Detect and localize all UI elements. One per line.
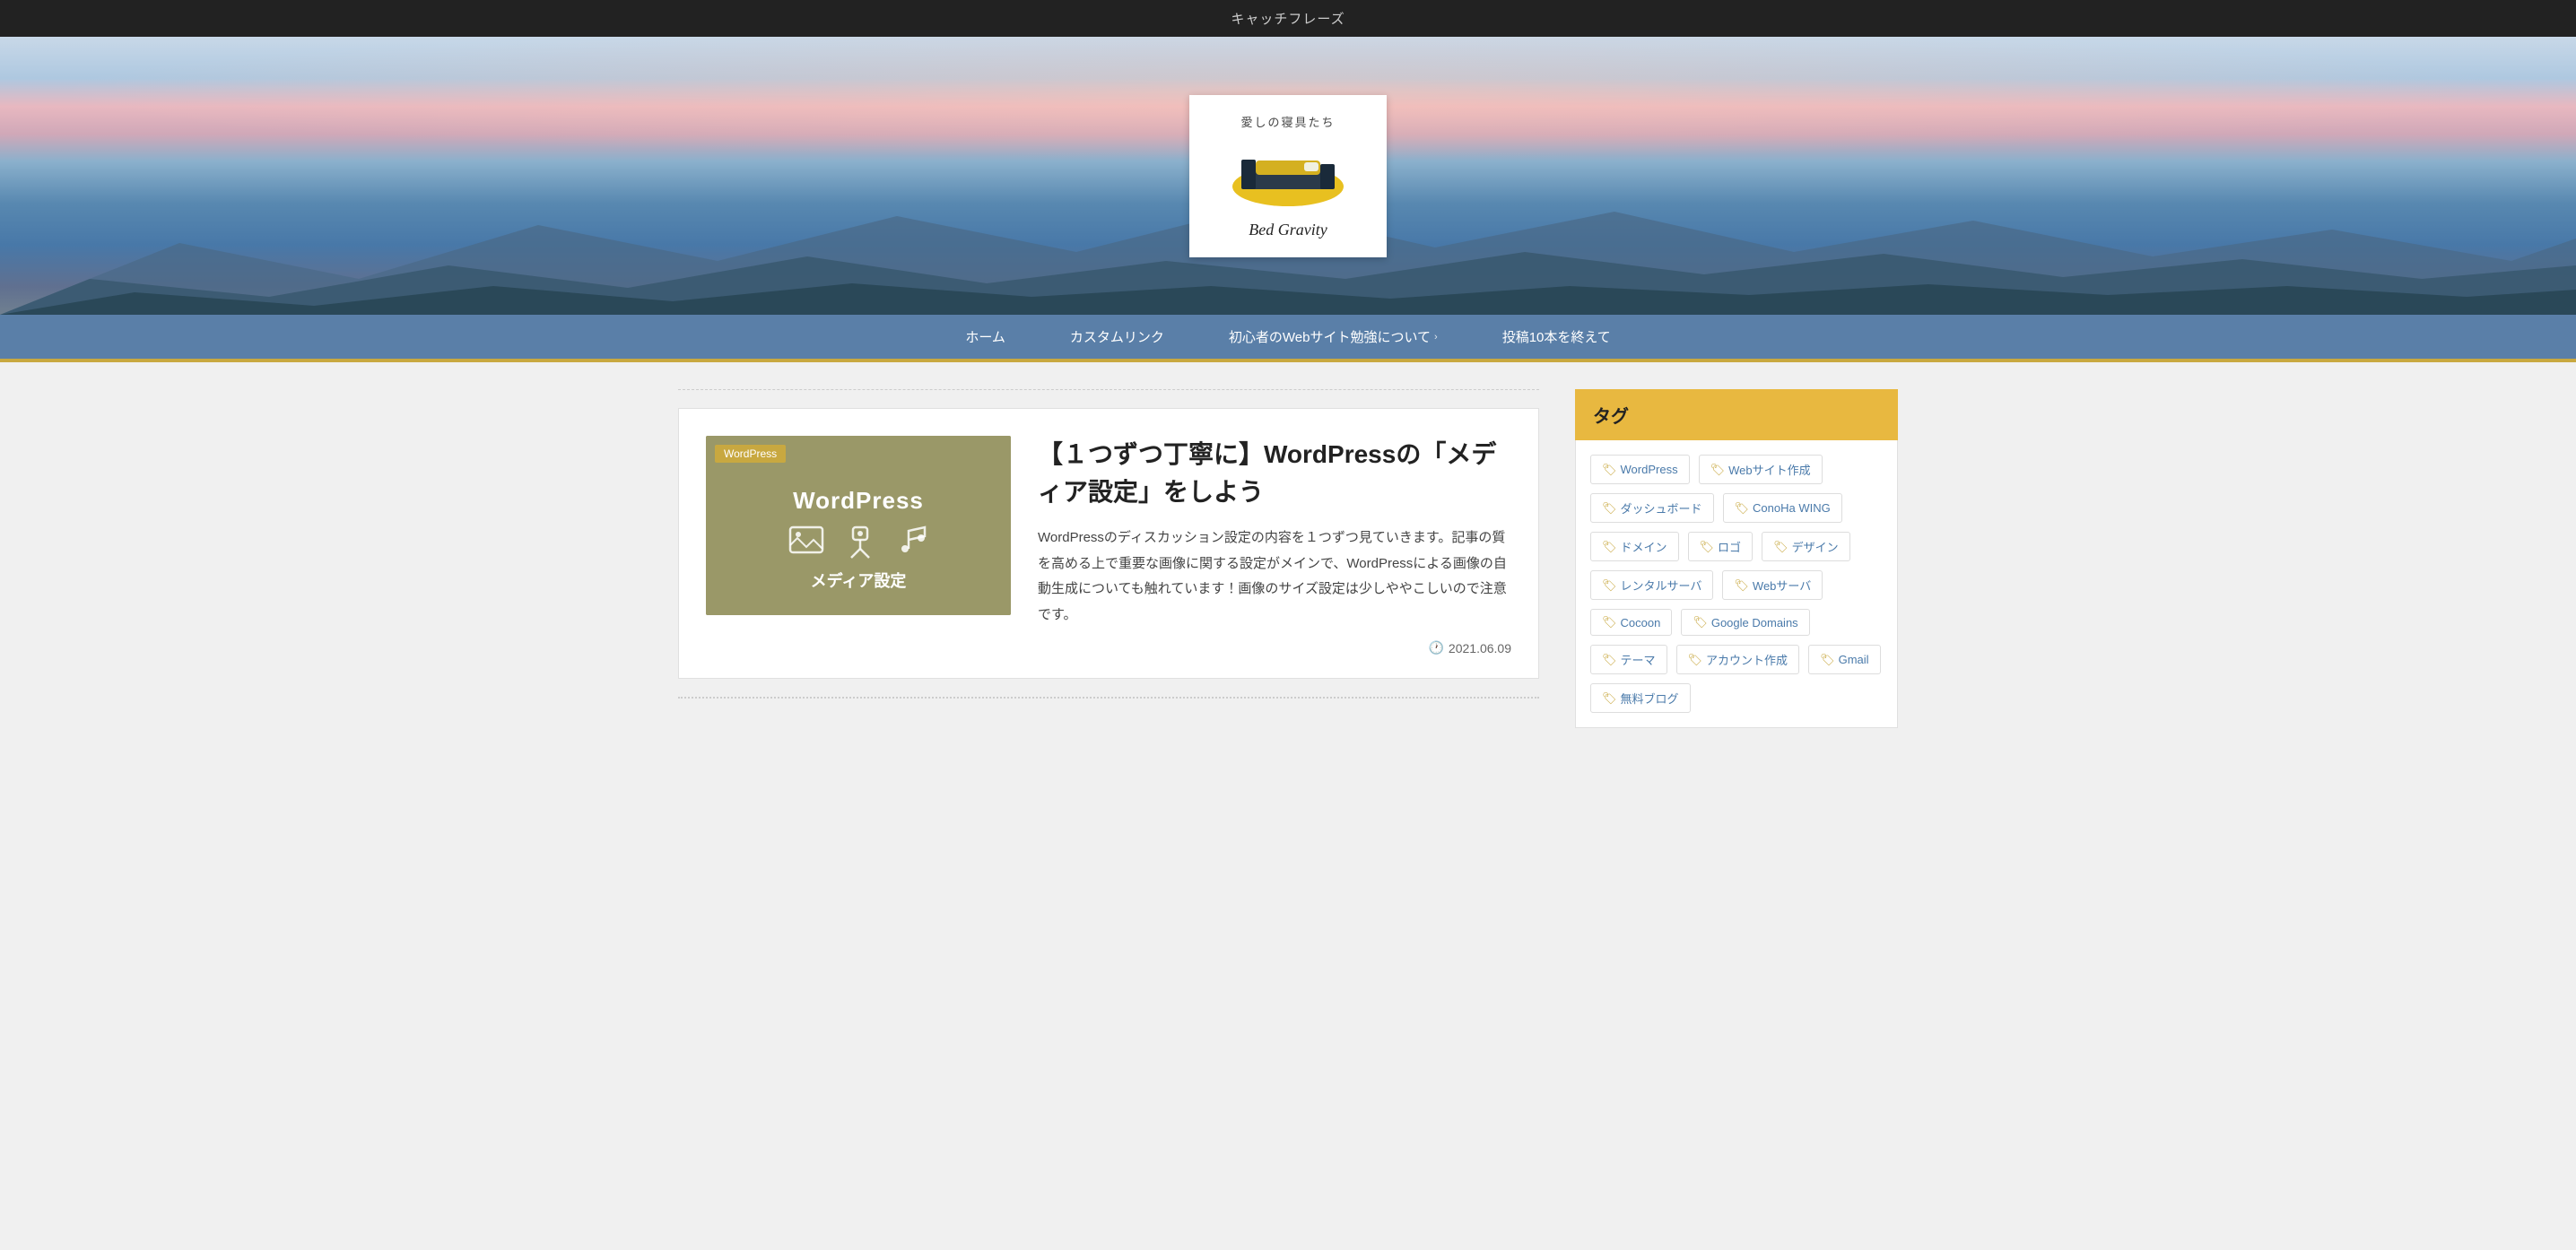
- tag-item[interactable]: 🏷Google Domains: [1681, 609, 1809, 636]
- sidebar: タグ 🏷WordPress🏷Webサイト作成🏷ダッシュボード🏷ConoHa WI…: [1575, 389, 1898, 755]
- article-card: WordPress WordPress: [678, 408, 1539, 679]
- tag-icon: 🏷: [1602, 653, 1617, 667]
- tag-item[interactable]: 🏷 デザイン: [1762, 532, 1850, 561]
- tag-item[interactable]: 🏷 Webサーバ: [1722, 570, 1823, 600]
- site-logo[interactable]: 愛しの寝具たち Bed Gravity: [1189, 95, 1387, 257]
- thumb-wp-label: WordPress: [793, 487, 924, 514]
- tag-icon: 🏷: [1602, 615, 1617, 629]
- tag-label: テーマ: [1621, 651, 1656, 668]
- bed-logo-graphic: [1216, 137, 1360, 213]
- site-script-name: Bed Gravity: [1216, 221, 1360, 239]
- site-header: 愛しの寝具たち Bed Gravity: [0, 37, 2576, 315]
- tag-label: ConoHa WING: [1753, 501, 1831, 515]
- thumb-subtitle: メディア設定: [811, 569, 907, 592]
- tag-label: アカウント作成: [1706, 651, 1788, 668]
- tag-icon: 🏷: [1688, 653, 1703, 667]
- article-info: 【１つずつ丁寧に】WordPressの「メディア設定」をしよう WordPres…: [1038, 436, 1511, 655]
- page-body: WordPress WordPress: [660, 362, 1916, 782]
- tags-widget-body: 🏷WordPress🏷Webサイト作成🏷ダッシュボード🏷ConoHa WING🏷…: [1575, 440, 1898, 728]
- tag-icon: 🏷: [1602, 691, 1617, 706]
- nav-item-home[interactable]: ホーム: [933, 315, 1038, 359]
- tag-icon: 🏷: [1602, 501, 1617, 516]
- main-content: WordPress WordPress: [678, 389, 1539, 755]
- nav-item-custom-link[interactable]: カスタムリンク: [1038, 315, 1197, 359]
- tag-item[interactable]: 🏷 Cocoon: [1590, 609, 1672, 636]
- tag-item[interactable]: 🏷 無料ブログ: [1590, 683, 1691, 713]
- tags-widget-title: タグ: [1575, 389, 1898, 440]
- site-nav: ホーム カスタムリンク 初心者のWebサイト勉強について › 投稿10本を終えて: [0, 315, 2576, 362]
- tag-icon: 🏷: [1773, 540, 1788, 554]
- top-bar: キャッチフレーズ: [0, 0, 2576, 37]
- tag-item[interactable]: 🏷 テーマ: [1590, 645, 1667, 674]
- tag-label: Webサイト作成: [1728, 461, 1811, 478]
- article-title[interactable]: 【１つずつ丁寧に】WordPressの「メディア設定」をしよう: [1038, 436, 1511, 511]
- tag-icon: 🏷: [1734, 578, 1749, 593]
- article-thumbnail[interactable]: WordPress WordPress: [706, 436, 1011, 615]
- tag-icon: 🏷: [1700, 540, 1715, 554]
- tag-item[interactable]: 🏷 Gmail: [1808, 645, 1880, 674]
- nav-item-after10[interactable]: 投稿10本を終えて: [1470, 315, 1643, 359]
- nav-item-beginner[interactable]: 初心者のWebサイト勉強について ›: [1197, 315, 1470, 359]
- tag-icon: 🏷: [1735, 501, 1750, 516]
- tag-icon: 🏷: [1602, 540, 1617, 554]
- tag-item[interactable]: 🏷 WordPress: [1590, 455, 1690, 484]
- tag-label: 無料ブログ: [1621, 690, 1679, 707]
- article-separator-bottom: [678, 697, 1539, 699]
- tag-icon: 🏷: [1693, 615, 1708, 629]
- chevron-down-icon: ›: [1434, 332, 1438, 343]
- tag-item[interactable]: 🏷ConoHa WING: [1723, 493, 1842, 523]
- tag-icon: 🏷: [1820, 653, 1835, 667]
- tag-label: WordPress: [1621, 463, 1678, 476]
- tag-icon: 🏷: [1602, 463, 1617, 477]
- tags-widget: タグ 🏷WordPress🏷Webサイト作成🏷ダッシュボード🏷ConoHa WI…: [1575, 389, 1898, 728]
- tag-label: ドメイン: [1621, 538, 1667, 555]
- tag-item[interactable]: 🏷 ドメイン: [1590, 532, 1679, 561]
- tag-label: Gmail: [1839, 653, 1869, 666]
- article-separator-top: [678, 389, 1539, 390]
- category-badge: WordPress: [715, 445, 786, 463]
- tag-label: レンタルサーバ: [1621, 577, 1702, 594]
- article-excerpt: WordPressのディスカッション設定の内容を１つずつ見ていきます。記事の質を…: [1038, 525, 1511, 628]
- tag-item[interactable]: 🏷Webサイト作成: [1699, 455, 1823, 484]
- tag-label: ロゴ: [1718, 538, 1741, 555]
- tag-label: Cocoon: [1621, 616, 1661, 629]
- tag-list: 🏷WordPress🏷Webサイト作成🏷ダッシュボード🏷ConoHa WING🏷…: [1590, 455, 1883, 713]
- tag-label: ダッシュボード: [1621, 499, 1702, 516]
- tag-label: デザイン: [1792, 538, 1839, 555]
- tag-icon: 🏷: [1602, 578, 1617, 593]
- tag-item[interactable]: 🏷 レンタルサーバ: [1590, 570, 1713, 600]
- tag-item[interactable]: 🏷ロゴ: [1688, 532, 1754, 561]
- tag-item[interactable]: 🏷 ダッシュボード: [1590, 493, 1714, 523]
- tag-item[interactable]: 🏷アカウント作成: [1676, 645, 1800, 674]
- article-date: 🕐 2021.06.09: [1038, 640, 1511, 655]
- tag-label: Google Domains: [1711, 616, 1798, 629]
- thumb-icons: [788, 524, 928, 560]
- date-text: 2021.06.09: [1449, 641, 1511, 655]
- catchphrase-text: キャッチフレーズ: [1231, 12, 1345, 27]
- tag-icon: 🏷: [1710, 463, 1726, 477]
- calendar-icon: 🕐: [1428, 640, 1443, 655]
- site-subtitle-text: 愛しの寝具たち: [1216, 113, 1360, 130]
- tag-label: Webサーバ: [1753, 577, 1811, 594]
